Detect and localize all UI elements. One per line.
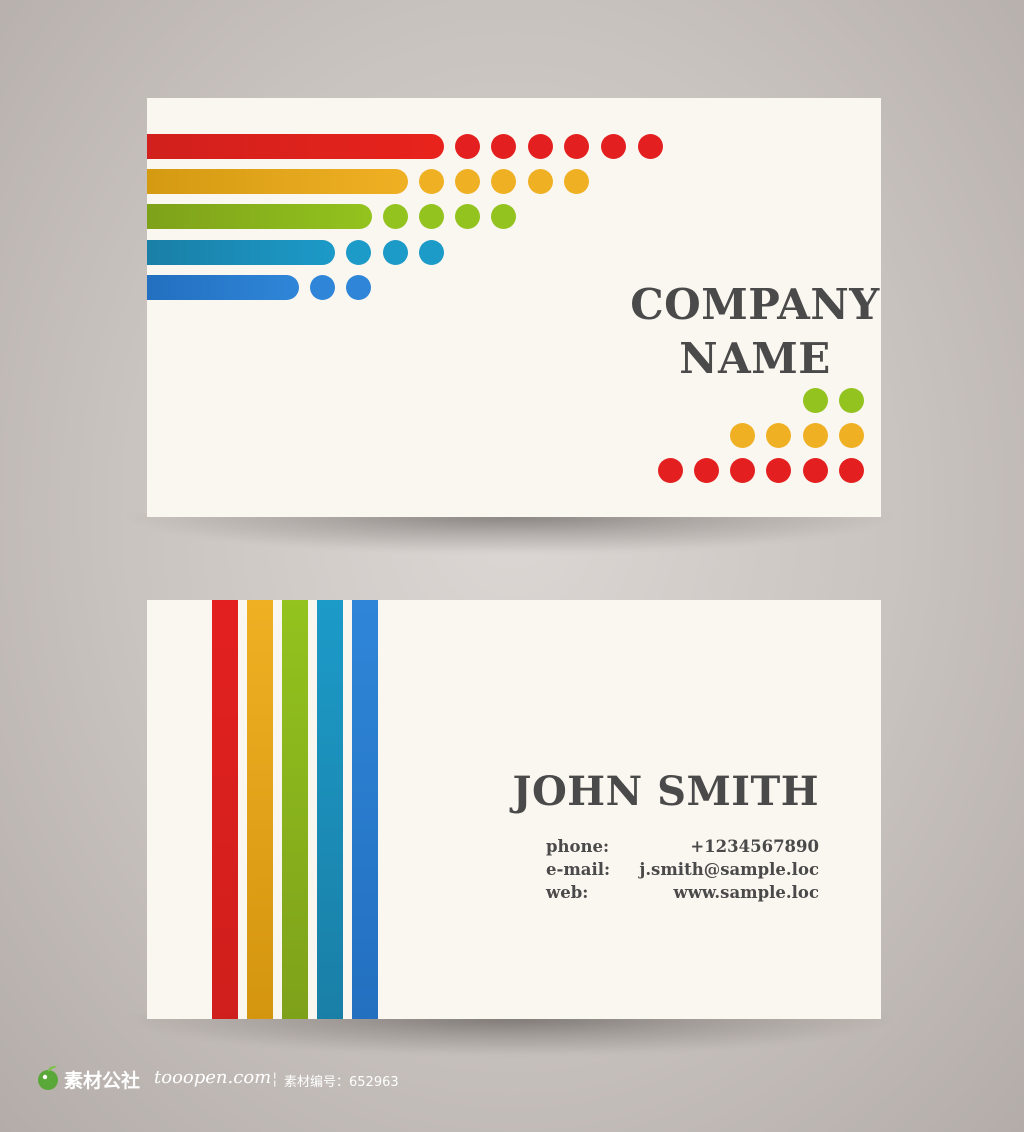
teal-dot (383, 240, 408, 265)
watermark-site: tooopen.com (154, 1067, 272, 1088)
green-dot (419, 204, 444, 229)
green-dot (491, 204, 516, 229)
red-dot (803, 458, 828, 483)
watermark-divider: ¦ (272, 1069, 278, 1088)
red-dot (455, 134, 480, 159)
web-row: web: www.sample.loc (546, 883, 819, 907)
company-name: COMPANY NAME (605, 278, 905, 386)
orange-dot (419, 169, 444, 194)
green-stripe (282, 600, 308, 1019)
back-card-shadow (120, 1016, 900, 1056)
watermark-id: 素材编号：652963 (284, 1075, 399, 1090)
orange-dot (528, 169, 553, 194)
email-label: e-mail: (546, 860, 611, 879)
red-dot (601, 134, 626, 159)
web-label: web: (546, 883, 589, 902)
orange-dot (766, 423, 791, 448)
red-dot (694, 458, 719, 483)
green-dot (839, 388, 864, 413)
blue-dot (346, 275, 371, 300)
red-dot (491, 134, 516, 159)
orange-dot (803, 423, 828, 448)
orange-dot (839, 423, 864, 448)
phone-label: phone: (546, 837, 610, 856)
back-card: JOHN SMITH phone: +1234567890 e-mail: j.… (147, 600, 881, 1019)
teal-bar (147, 240, 335, 265)
green-dot (803, 388, 828, 413)
web-value: www.sample.loc (673, 883, 819, 902)
blue-dot (310, 275, 335, 300)
red-dot (730, 458, 755, 483)
red-dot (658, 458, 683, 483)
red-dot (528, 134, 553, 159)
orange-bar (147, 169, 408, 194)
company-name-line1: COMPANY (630, 280, 880, 329)
red-bar (147, 134, 444, 159)
blue-stripe (352, 600, 378, 1019)
orange-dot (455, 169, 480, 194)
leaf-logo-icon (38, 1066, 58, 1090)
company-name-line2: NAME (679, 334, 831, 383)
green-bar (147, 204, 372, 229)
orange-dot (730, 423, 755, 448)
green-dot (383, 204, 408, 229)
red-dot (638, 134, 663, 159)
email-value: j.smith@sample.loc (639, 860, 819, 879)
red-dot (766, 458, 791, 483)
red-stripe (212, 600, 238, 1019)
orange-dot (491, 169, 516, 194)
front-card: COMPANY NAME (147, 98, 881, 517)
orange-stripe (247, 600, 273, 1019)
watermark-brand: 素材公社 (64, 1070, 141, 1092)
front-card-shadow (120, 514, 900, 554)
red-dot (839, 458, 864, 483)
green-dot (455, 204, 480, 229)
phone-row: phone: +1234567890 (546, 837, 819, 861)
teal-dot (346, 240, 371, 265)
red-dot (564, 134, 589, 159)
person-name: JOHN SMITH (512, 768, 819, 815)
orange-dot (564, 169, 589, 194)
teal-stripe (317, 600, 343, 1019)
email-row: e-mail: j.smith@sample.loc (546, 860, 819, 884)
blue-bar (147, 275, 299, 300)
teal-dot (419, 240, 444, 265)
phone-value: +1234567890 (690, 837, 819, 856)
